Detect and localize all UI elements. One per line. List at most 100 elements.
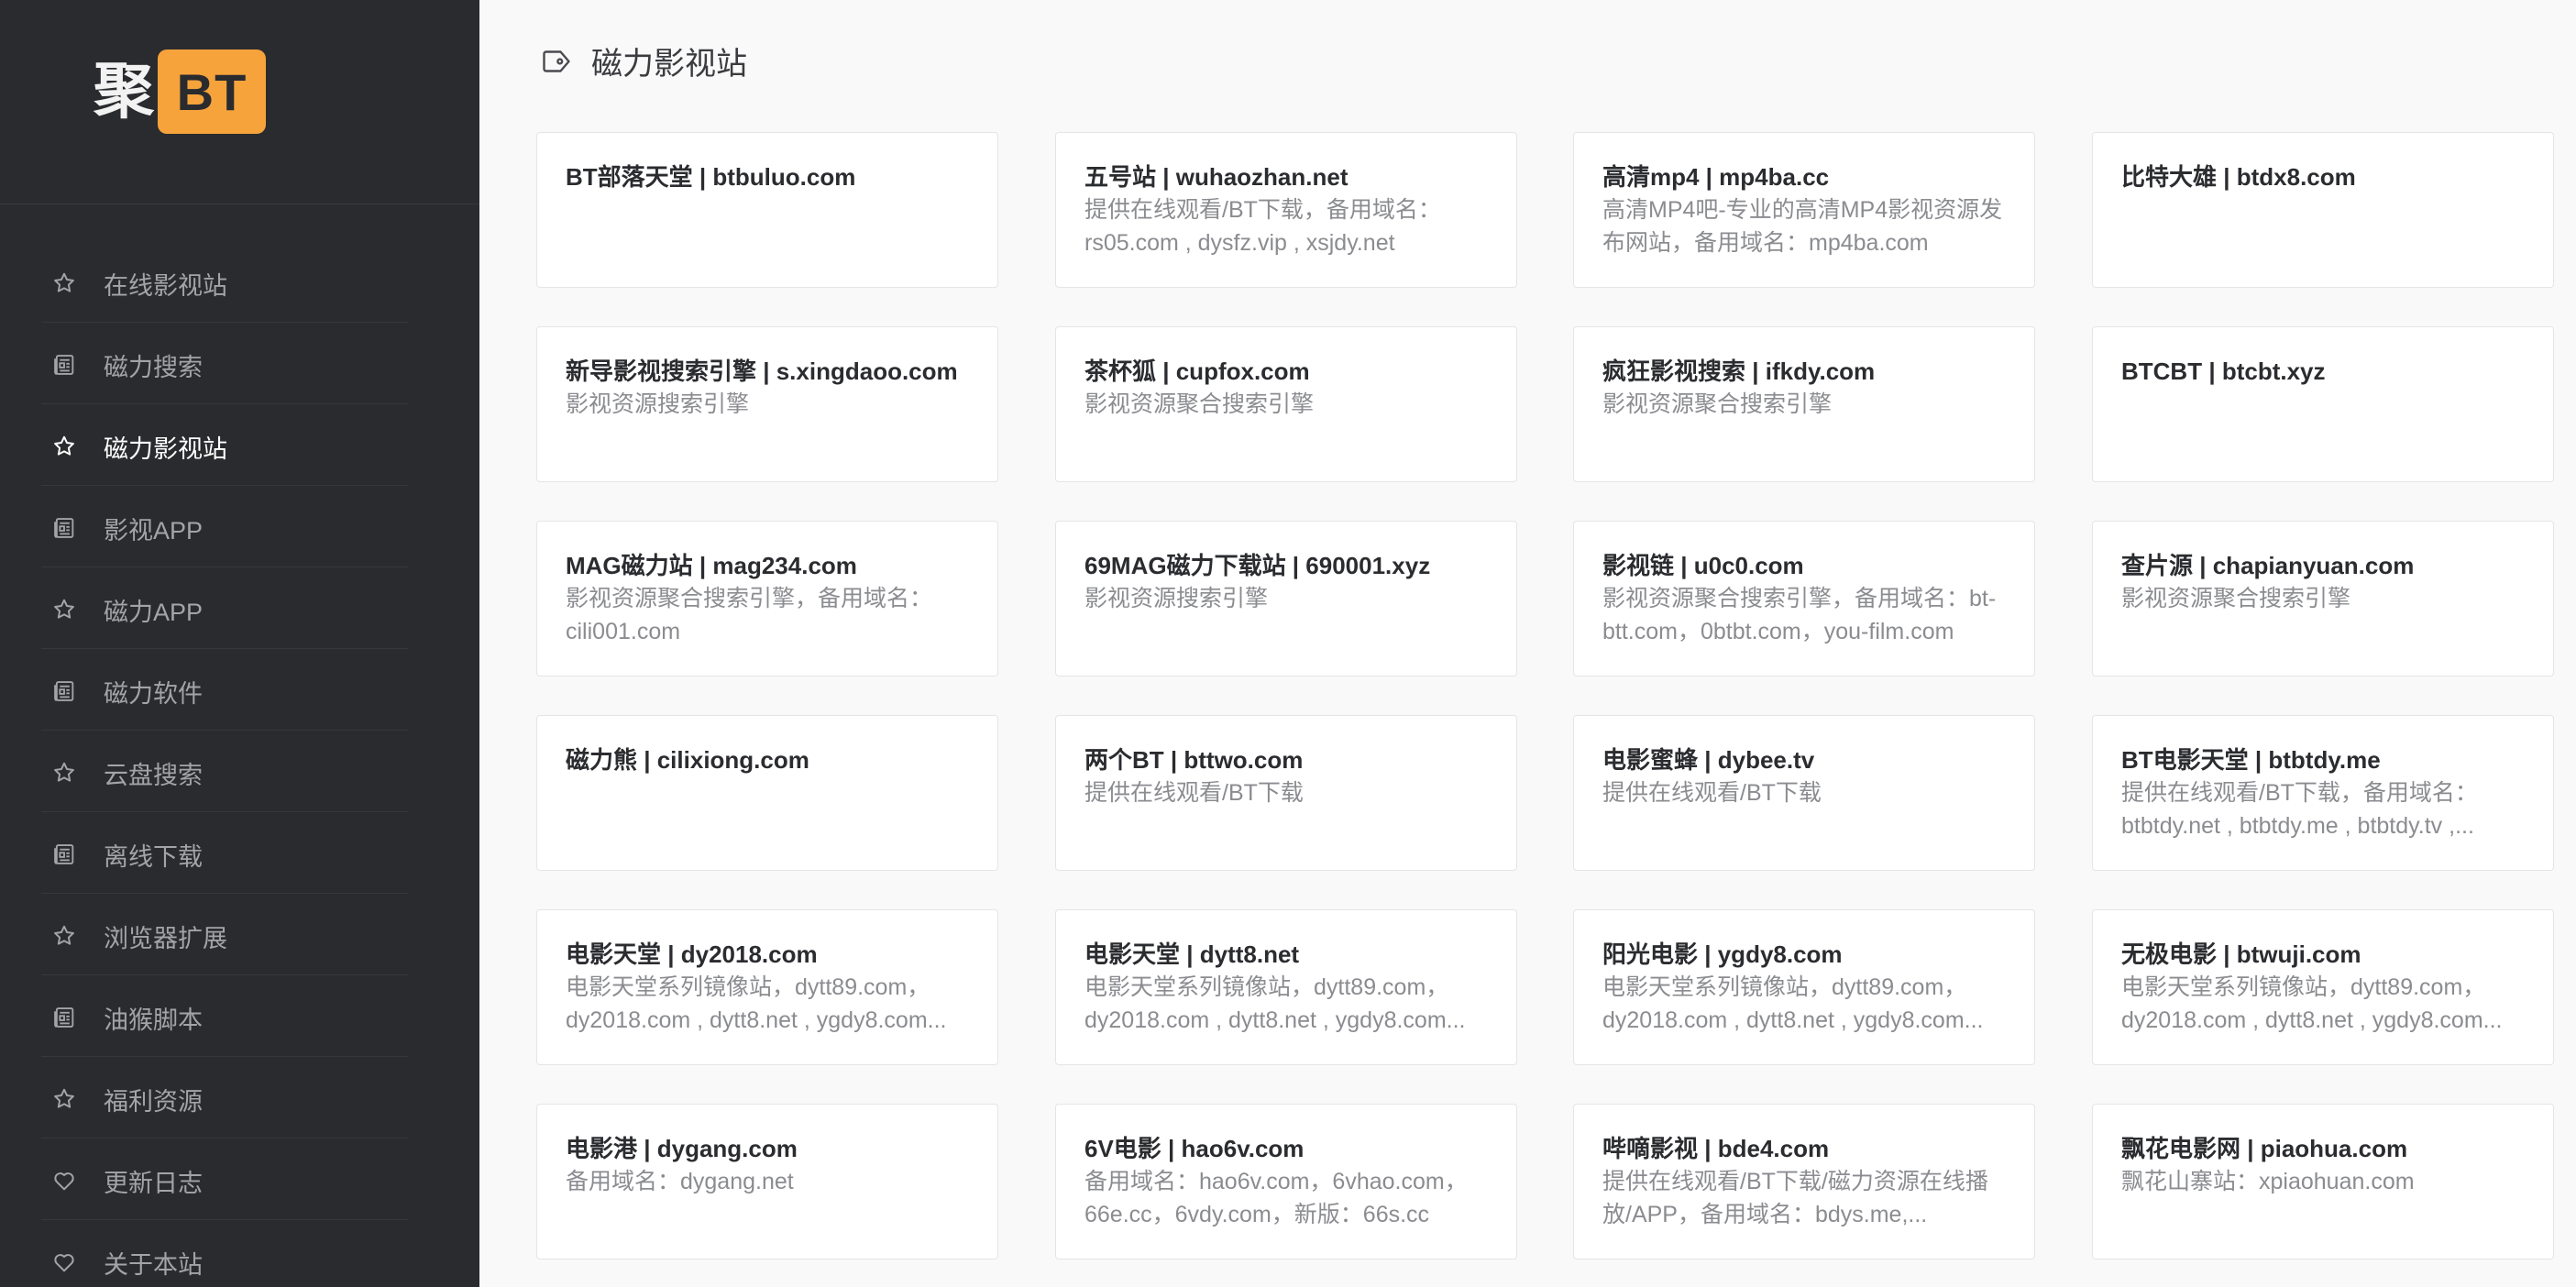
site-card[interactable]: BTCBT | btcbt.xyz — [2092, 326, 2554, 482]
sidebar: 聚 BT 在线影视站磁力搜索磁力影视站影视APP 磁力APP 磁力软件云盘搜索离线下… — [0, 0, 479, 1287]
star-icon — [50, 1085, 78, 1113]
site-card[interactable]: 阳光电影 | ygdy8.com 电影天堂系列镜像站，dytt89.com，dy2… — [1573, 909, 2035, 1065]
site-card[interactable]: 无极电影 | btwuji.com 电影天堂系列镜像站，dytt89.com，dy… — [2092, 909, 2554, 1065]
sidebar-item-12[interactable]: 关于本站 — [41, 1220, 408, 1287]
sidebar-item-10[interactable]: 福利资源 — [41, 1057, 408, 1138]
card-title: 高清mp4 | mp4ba.cc — [1602, 163, 1830, 191]
site-card[interactable]: 高清mp4 | mp4ba.cc 高清MP4吧-专业的高清MP4影视资源发布网站，… — [1573, 132, 2035, 288]
sidebar-item-label: 磁力搜索 — [104, 353, 203, 381]
site-card[interactable]: 五号站 | wuhaozhan.net 提供在线观看/BT下载，备用域名：rs05… — [1055, 132, 1517, 288]
site-card-grid: BT部落天堂 | btbuluo.com 五号站 | wuhaozhan.net 提… — [536, 132, 2558, 1287]
site-card[interactable]: 新导影视搜索引擎 | s.xingdaoo.com 影视资源搜索引擎 — [536, 326, 998, 482]
sidebar-item-11[interactable]: 更新日志 — [41, 1138, 408, 1220]
site-card[interactable]: 影视链 | u0c0.com 影视资源聚合搜索引擎，备用域名：bt-btt.com… — [1573, 521, 2035, 676]
star-icon — [50, 433, 78, 460]
site-card[interactable]: BT电影天堂 | btbtdy.me 提供在线观看/BT下载，备用域名：btbtd… — [2092, 715, 2554, 871]
sidebar-item-label: 磁力软件 — [104, 679, 203, 708]
news-icon — [50, 514, 78, 542]
main-content: 磁力影视站 BT部落天堂 | btbuluo.com 五号站 | wuhaozha… — [479, 0, 2576, 1287]
sidebar-item-label: 影视APP — [104, 516, 204, 544]
site-logo[interactable]: 聚 BT — [94, 48, 266, 136]
card-description: 电影天堂系列镜像站，dytt89.com，dy2018.com , dytt8.… — [2121, 974, 2503, 1033]
news-icon — [50, 1004, 78, 1031]
site-card[interactable]: MAG磁力站 | mag234.com 影视资源聚合搜索引擎，备用域名：cili0… — [536, 521, 998, 676]
sidebar-item-label: 在线影视站 — [104, 271, 227, 300]
sidebar-item-label: 离线下载 — [104, 842, 203, 871]
card-description: 备用域名：dygang.net — [566, 1169, 794, 1194]
card-title: 电影港 | dygang.com — [566, 1135, 798, 1162]
site-card[interactable]: 茶杯狐 | cupfox.com 影视资源聚合搜索引擎 — [1055, 326, 1517, 482]
card-title: BTCBT | btcbt.xyz — [2121, 358, 2326, 385]
logo-badge: BT — [158, 50, 266, 134]
site-card[interactable]: 飘花电影网 | piaohua.com 飘花山寨站：xpiaohuan.com — [2092, 1104, 2554, 1260]
card-description: 提供在线观看/BT下载 — [1084, 780, 1304, 806]
sidebar-item-label: 磁力APP — [104, 598, 204, 626]
site-card[interactable]: 69MAG磁力下载站 | 690001.xyz 影视资源搜索引擎 — [1055, 521, 1517, 676]
card-description: 影视资源聚合搜索引擎，备用域名：bt-btt.com，0btbt.com，you… — [1602, 586, 1997, 644]
sidebar-item-label: 关于本站 — [104, 1250, 203, 1279]
star-icon — [50, 922, 78, 950]
tag-icon — [543, 50, 570, 72]
sidebar-item-6[interactable]: 云盘搜索 — [41, 731, 408, 812]
card-title: 新导影视搜索引擎 | s.xingdaoo.com — [566, 358, 958, 385]
site-card[interactable]: 电影蜜蜂 | dybee.tv 提供在线观看/BT下载 — [1573, 715, 2035, 871]
sidebar-item-label: 福利资源 — [104, 1087, 203, 1116]
sidebar-item-label: 云盘搜索 — [104, 761, 203, 789]
card-title: 69MAG磁力下载站 | 690001.xyz — [1084, 552, 1431, 579]
heart-icon — [50, 1167, 78, 1194]
card-title: BT电影天堂 | btbtdy.me — [2121, 746, 2381, 774]
card-description: 影视资源聚合搜索引擎 — [1602, 391, 1833, 417]
site-card[interactable]: 哔嘀影视 | bde4.com 提供在线观看/BT下载/磁力资源在线播放/APP，… — [1573, 1104, 2035, 1260]
card-title: 6V电影 | hao6v.com — [1084, 1135, 1305, 1162]
sidebar-item-0[interactable]: 在线影视站 — [41, 241, 408, 323]
sidebar-item-9[interactable]: 油猴脚本 — [41, 975, 408, 1057]
site-card[interactable]: 两个BT | bttwo.com 提供在线观看/BT下载 — [1055, 715, 1517, 871]
card-title: 五号站 | wuhaozhan.net — [1084, 163, 1349, 191]
site-card[interactable]: 查片源 | chapianyuan.com 影视资源聚合搜索引擎 — [2092, 521, 2554, 676]
card-title: 电影天堂 | dy2018.com — [566, 940, 818, 968]
sidebar-item-5[interactable]: 磁力软件 — [41, 649, 408, 731]
card-title: 无极电影 | btwuji.com — [2121, 940, 2361, 968]
sidebar-item-label: 磁力影视站 — [104, 434, 227, 463]
card-description: 高清MP4吧-专业的高清MP4影视资源发布网站，备用域名：mp4ba.com — [1602, 197, 2003, 256]
card-title: 查片源 | chapianyuan.com — [2121, 552, 2415, 579]
sidebar-item-2[interactable]: 磁力影视站 — [41, 404, 408, 486]
site-card[interactable]: 比特大雄 | btdx8.com — [2092, 132, 2554, 288]
card-description: 提供在线观看/BT下载 — [1602, 780, 1822, 806]
star-icon — [50, 759, 78, 786]
page-title: 磁力影视站 — [591, 47, 747, 82]
sidebar-item-1[interactable]: 磁力搜索 — [41, 323, 408, 404]
logo-char: 聚 — [94, 56, 154, 126]
heart-icon — [50, 1248, 78, 1276]
card-title: 比特大雄 | btdx8.com — [2121, 163, 2356, 191]
card-title: 电影蜜蜂 | dybee.tv — [1602, 746, 1815, 774]
card-description: 影视资源聚合搜索引擎，备用域名：cili001.com — [566, 586, 933, 644]
site-card[interactable]: 6V电影 | hao6v.com 备用域名：hao6v.com，6vhao.com… — [1055, 1104, 1517, 1260]
card-description: 电影天堂系列镜像站，dytt89.com，dy2018.com , dytt8.… — [566, 974, 947, 1033]
site-card[interactable]: BT部落天堂 | btbuluo.com — [536, 132, 998, 288]
card-title: 哔嘀影视 | bde4.com — [1602, 1135, 1830, 1162]
card-title: 疯狂影视搜索 | ifkdy.com — [1602, 358, 1876, 385]
star-icon — [50, 270, 78, 297]
site-card[interactable]: 电影天堂 | dy2018.com 电影天堂系列镜像站，dytt89.com，dy… — [536, 909, 998, 1065]
card-description: 提供在线观看/BT下载，备用域名：btbtdy.net , btbtdy.me … — [2121, 780, 2478, 839]
card-description: 提供在线观看/BT下载/磁力资源在线播放/APP，备用域名：bdys.me,..… — [1602, 1169, 1988, 1227]
card-description: 影视资源聚合搜索引擎 — [2121, 586, 2351, 611]
card-title: 茶杯狐 | cupfox.com — [1084, 358, 1310, 385]
sidebar-item-7[interactable]: 离线下载 — [41, 812, 408, 894]
star-icon — [50, 596, 78, 623]
site-card[interactable]: 电影天堂 | dytt8.net 电影天堂系列镜像站，dytt89.com，dy2… — [1055, 909, 1517, 1065]
card-description: 飘花山寨站：xpiaohuan.com — [2121, 1169, 2415, 1194]
site-card[interactable]: 磁力熊 | cilixiong.com — [536, 715, 998, 871]
card-description: 备用域名：hao6v.com，6vhao.com，66e.cc，6vdy.com… — [1084, 1169, 1468, 1227]
sidebar-item-label: 更新日志 — [104, 1169, 203, 1197]
card-title: 阳光电影 | ygdy8.com — [1602, 940, 1843, 968]
sidebar-item-4[interactable]: 磁力APP — [41, 567, 408, 649]
sidebar-item-8[interactable]: 浏览器扩展 — [41, 894, 408, 975]
news-icon — [50, 841, 78, 868]
card-title: 两个BT | bttwo.com — [1084, 746, 1304, 774]
site-card[interactable]: 电影港 | dygang.com 备用域名：dygang.net — [536, 1104, 998, 1260]
card-title: 影视链 | u0c0.com — [1602, 552, 1804, 579]
sidebar-item-3[interactable]: 影视APP — [41, 486, 408, 567]
site-card[interactable]: 疯狂影视搜索 | ifkdy.com 影视资源聚合搜索引擎 — [1573, 326, 2035, 482]
